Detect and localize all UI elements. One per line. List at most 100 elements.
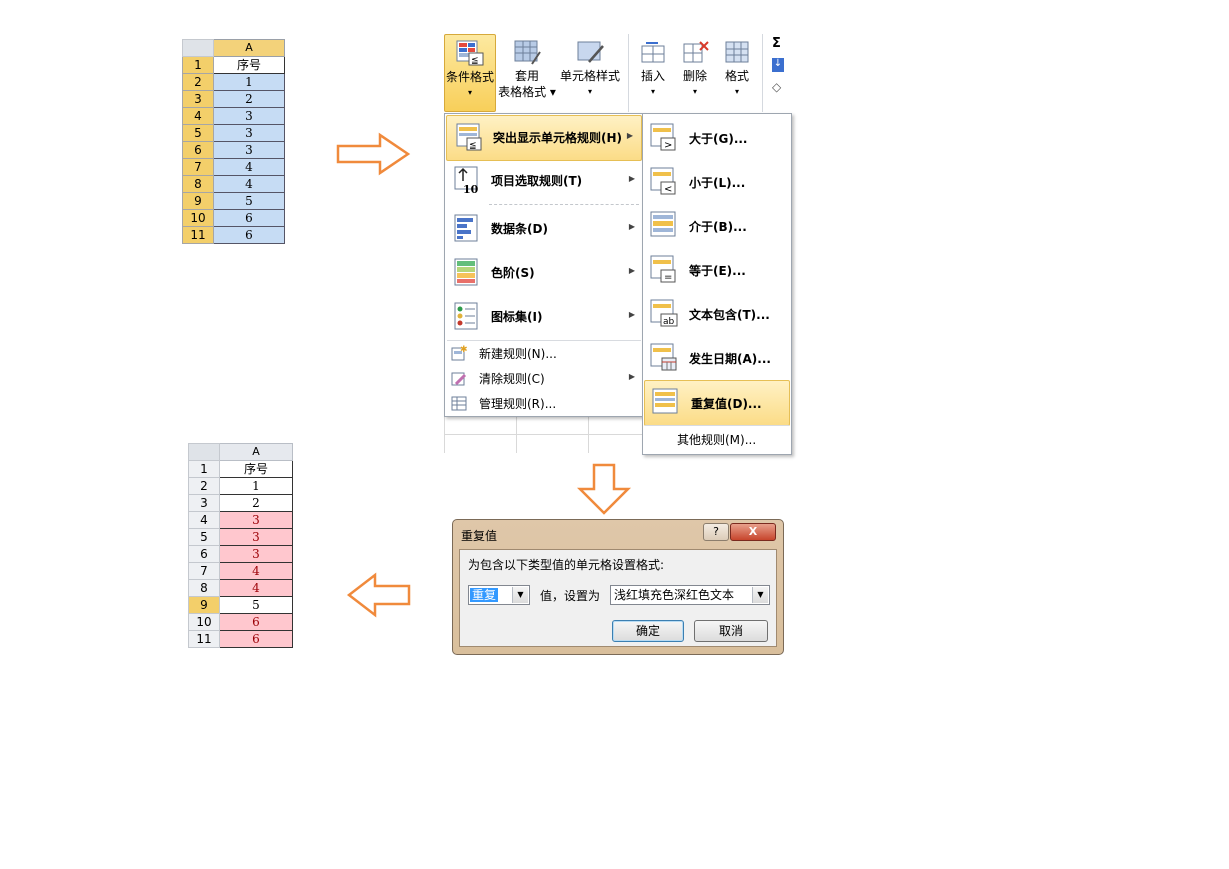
row-header[interactable]: 5: [182, 124, 214, 142]
menu-item-new-rule[interactable]: ✱ 新建规则(N)...: [445, 341, 643, 365]
menu-item-icon-sets[interactable]: 图标集(I) ▶: [445, 295, 643, 339]
arrow-right-icon: [336, 132, 411, 176]
column-header-a[interactable]: A: [213, 39, 285, 57]
row-header[interactable]: 2: [182, 73, 214, 91]
row-header[interactable]: 2: [188, 477, 220, 495]
ok-button[interactable]: 确定: [612, 620, 684, 642]
submenu-item-text-contains[interactable]: ab 文本包含(T)...: [643, 292, 791, 336]
submenu-arrow-icon: ▶: [628, 372, 635, 381]
row-header[interactable]: 6: [188, 545, 220, 563]
row-header[interactable]: 11: [188, 630, 220, 648]
menu-item-clear-rules[interactable]: 清除规则(C) ▶: [445, 366, 643, 390]
table-cell[interactable]: 6: [213, 226, 285, 244]
submenu-item-equal-to[interactable]: = 等于(E)...: [643, 248, 791, 292]
menu-item-label: 管理规则(R)...: [479, 397, 557, 411]
select-all-corner[interactable]: [182, 39, 214, 57]
menu-item-data-bars[interactable]: 数据条(D) ▶: [445, 207, 643, 251]
table-cell[interactable]: 1: [213, 73, 285, 91]
row-header[interactable]: 1: [188, 460, 220, 478]
row-header[interactable]: 3: [188, 494, 220, 512]
row-header[interactable]: 8: [182, 175, 214, 193]
column-header-a[interactable]: A: [219, 443, 293, 461]
table-cell[interactable]: 5: [213, 192, 285, 210]
row-header[interactable]: 4: [182, 107, 214, 125]
format-select[interactable]: 浅红填充色深红色文本 ▼: [610, 585, 770, 605]
table-cell-duplicate[interactable]: 6: [219, 613, 293, 631]
new-rule-icon: ✱: [451, 345, 468, 361]
chevron-down-icon[interactable]: ▼: [512, 587, 528, 603]
table-cell[interactable]: 3: [213, 107, 285, 125]
table-cell[interactable]: 2: [219, 494, 293, 512]
less-than-icon: <: [649, 166, 679, 196]
cancel-button[interactable]: 取消: [694, 620, 768, 642]
conditional-format-button[interactable]: ≦ 条件格式 ▾: [444, 34, 496, 112]
table-cell[interactable]: 序号: [213, 56, 285, 74]
table-cell[interactable]: 6: [213, 209, 285, 227]
menu-item-highlight-cells-rules[interactable]: ≦ 突出显示单元格规则(H) ▶: [446, 115, 642, 161]
row-header[interactable]: 4: [188, 511, 220, 529]
manage-rules-icon: [451, 395, 467, 411]
set-format-label: 值，设置为: [540, 589, 601, 603]
row-header[interactable]: 9: [182, 192, 214, 210]
menu-item-manage-rules[interactable]: 管理规则(R)...: [445, 391, 643, 415]
submenu-item-less-than[interactable]: < 小于(L)...: [643, 160, 791, 204]
submenu-item-date-occurring[interactable]: 发生日期(A)...: [643, 336, 791, 380]
clear-icon[interactable]: ◇: [772, 80, 781, 94]
row-header[interactable]: 10: [188, 613, 220, 631]
table-cell[interactable]: 4: [213, 175, 285, 193]
table-cell-duplicate[interactable]: 6: [219, 630, 293, 648]
dropdown-caret: ▾: [587, 87, 592, 96]
format-button[interactable]: 格式 ▾: [718, 34, 756, 110]
arrow-down-icon: [576, 463, 632, 515]
select-all-corner[interactable]: [188, 443, 220, 461]
submenu-item-label: 重复值(D)...: [691, 397, 762, 411]
table-cell-duplicate[interactable]: 3: [219, 511, 293, 529]
dialog-body: 为包含以下类型值的单元格设置格式: 重复 ▼ 值，设置为 浅红填充色深红色文本 …: [459, 549, 777, 647]
cell-styles-button[interactable]: 单元格样式 ▾: [558, 34, 622, 110]
table-cell[interactable]: 序号: [219, 460, 293, 478]
table-cell[interactable]: 4: [213, 158, 285, 176]
submenu-item-between[interactable]: 介于(B)...: [643, 204, 791, 248]
format-as-table-button[interactable]: 套用 表格格式 ▾: [498, 34, 556, 110]
value-type-select[interactable]: 重复 ▼: [468, 585, 530, 605]
close-button[interactable]: X: [730, 523, 776, 541]
table-cell[interactable]: 5: [219, 596, 293, 614]
row-header[interactable]: 7: [188, 562, 220, 580]
menu-item-color-scales[interactable]: 色阶(S) ▶: [445, 251, 643, 295]
row-header[interactable]: 1: [182, 56, 214, 74]
table-cell-duplicate[interactable]: 4: [219, 579, 293, 597]
submenu-item-more-rules[interactable]: 其他规则(M)...: [677, 431, 756, 448]
row-header[interactable]: 7: [182, 158, 214, 176]
menu-item-top-bottom-rules[interactable]: 10 项目选取规则(T) ▶: [445, 159, 643, 203]
row-header[interactable]: 5: [188, 528, 220, 546]
menu-item-label: 突出显示单元格规则(H): [493, 131, 623, 145]
row-header[interactable]: 6: [182, 141, 214, 159]
submenu-item-duplicate-values[interactable]: 重复值(D)...: [644, 380, 790, 426]
delete-button[interactable]: 删除 ▾: [676, 34, 714, 110]
table-cell-duplicate[interactable]: 3: [219, 528, 293, 546]
table-cell[interactable]: 3: [213, 141, 285, 159]
autosum-icon[interactable]: Σ: [772, 36, 781, 51]
table-cell[interactable]: 1: [219, 477, 293, 495]
menu-item-label: 项目选取规则(T): [491, 174, 583, 188]
ribbon-button-label: 表格格式 ▾: [498, 85, 556, 99]
submenu-item-greater-than[interactable]: > 大于(G)...: [643, 116, 791, 160]
table-cell-duplicate[interactable]: 3: [219, 545, 293, 563]
row-header[interactable]: 9: [188, 596, 220, 614]
dialog-prompt: 为包含以下类型值的单元格设置格式:: [468, 558, 665, 572]
help-button[interactable]: ?: [703, 523, 729, 541]
row-header[interactable]: 11: [182, 226, 214, 244]
highlight-rules-icon: ≦: [455, 122, 483, 152]
row-header[interactable]: 3: [182, 90, 214, 108]
sheet-after: A 1 序号 21 32 43 53 63 74 84 95 10 6 11 6: [188, 443, 293, 648]
fill-icon[interactable]: ↓: [772, 58, 784, 72]
row-header[interactable]: 10: [182, 209, 214, 227]
table-cell[interactable]: 3: [213, 124, 285, 142]
table-cell-duplicate[interactable]: 4: [219, 562, 293, 580]
row-header[interactable]: 8: [188, 579, 220, 597]
chevron-down-icon[interactable]: ▼: [752, 587, 768, 603]
table-cell[interactable]: 2: [213, 90, 285, 108]
delete-cells-icon: [680, 38, 710, 66]
insert-button[interactable]: 插入 ▾: [634, 34, 672, 110]
worksheet-grid: [444, 415, 644, 453]
